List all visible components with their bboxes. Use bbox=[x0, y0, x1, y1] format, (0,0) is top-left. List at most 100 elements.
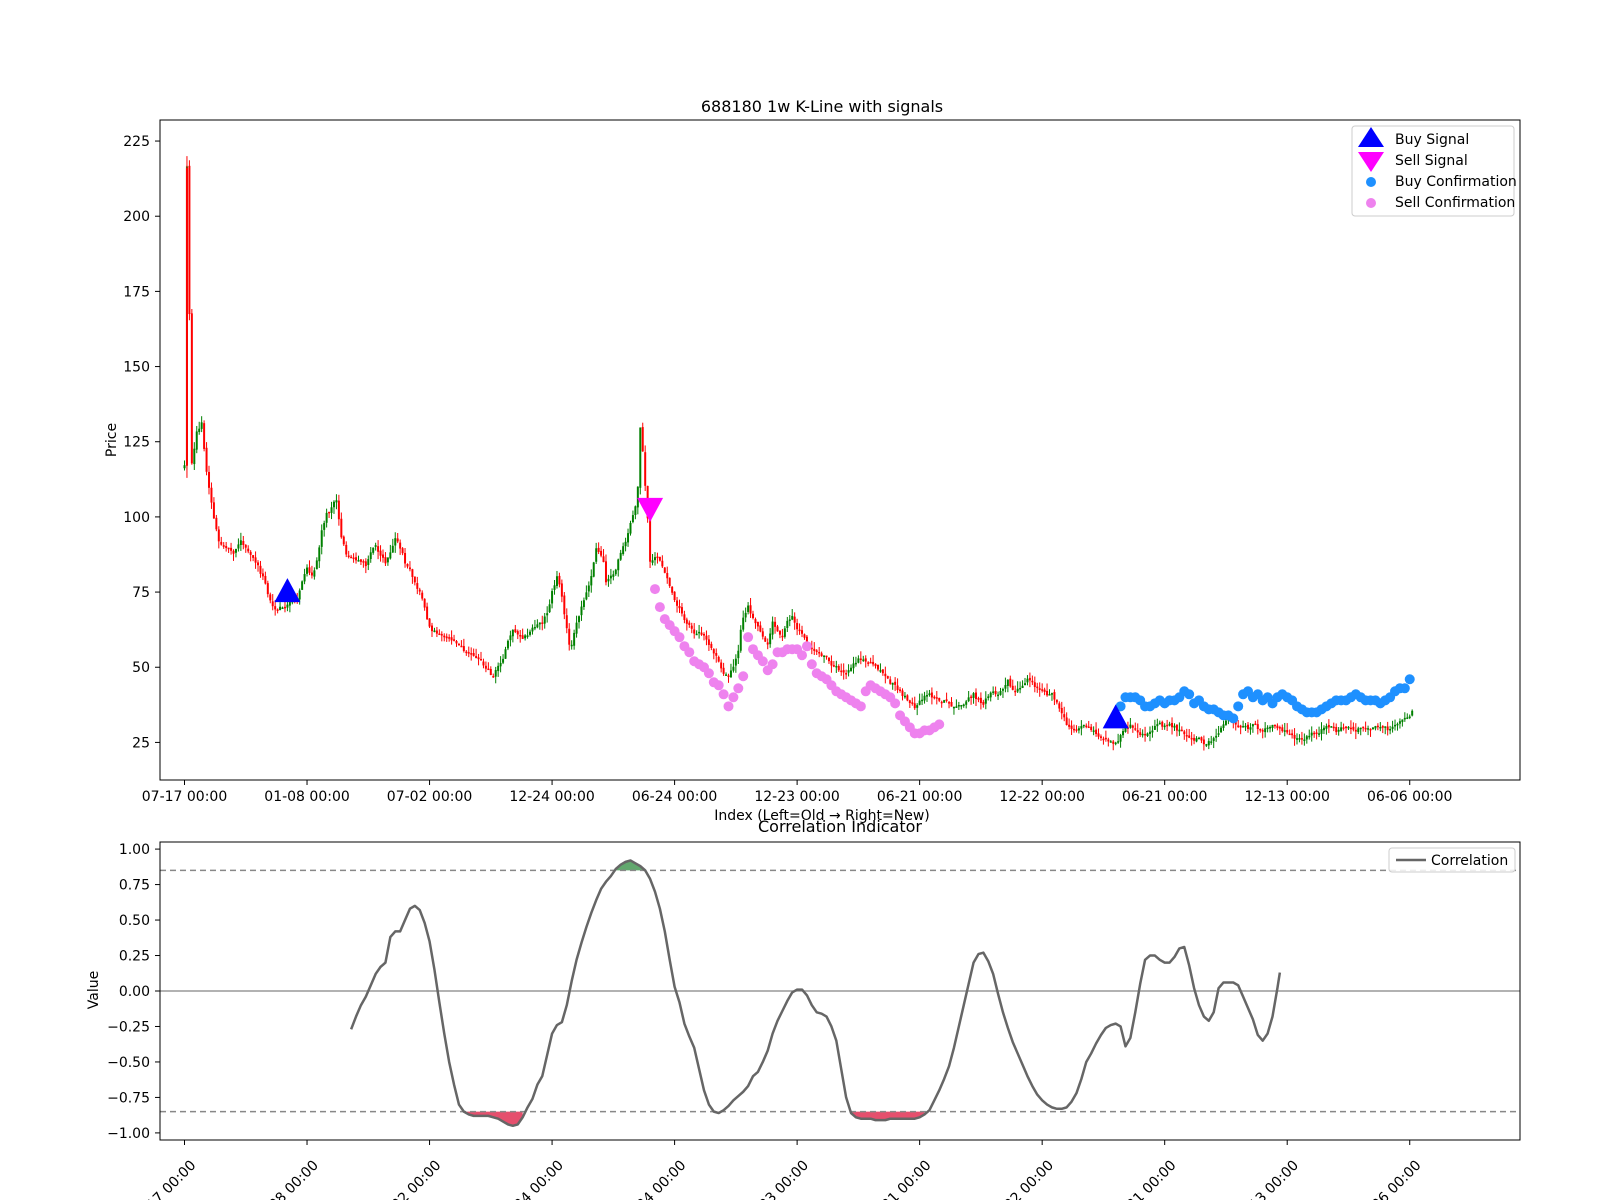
candle-body bbox=[791, 615, 794, 620]
candle-body bbox=[183, 465, 186, 469]
candle-body bbox=[592, 562, 595, 577]
candle-body bbox=[467, 652, 470, 654]
candle-body bbox=[347, 555, 350, 558]
candle-body bbox=[590, 576, 593, 586]
sell-confirmation-point bbox=[723, 701, 734, 712]
candle-body bbox=[1178, 729, 1181, 732]
candle-body bbox=[1180, 729, 1183, 732]
candle-body bbox=[889, 679, 892, 684]
candle-body bbox=[634, 506, 637, 515]
candle-body bbox=[1207, 741, 1210, 746]
candle-body bbox=[1313, 732, 1316, 735]
candle-body bbox=[852, 663, 855, 669]
candle-body bbox=[862, 659, 865, 661]
candle-body bbox=[543, 616, 546, 624]
kline-x-tick-label: 01-08 00:00 bbox=[264, 789, 349, 805]
candle-body bbox=[1406, 717, 1409, 719]
candle-body bbox=[435, 630, 438, 634]
candle-body bbox=[1247, 724, 1249, 730]
candle-body bbox=[1099, 736, 1102, 738]
candle-body bbox=[975, 692, 977, 700]
candle-body bbox=[864, 658, 867, 662]
candle-body bbox=[994, 690, 997, 695]
candle-body bbox=[369, 552, 372, 560]
candle-body bbox=[1156, 724, 1159, 727]
candle-body bbox=[350, 556, 353, 559]
candle-body bbox=[234, 548, 237, 553]
candle-body bbox=[1398, 721, 1401, 724]
candle-body bbox=[847, 670, 850, 673]
candle-body bbox=[1153, 725, 1156, 730]
candle-body bbox=[546, 613, 549, 616]
candle-body bbox=[715, 653, 718, 656]
candle-body bbox=[850, 667, 853, 671]
candle-body bbox=[903, 695, 906, 698]
candle-body bbox=[1220, 727, 1223, 733]
sell-confirmation-point bbox=[855, 701, 866, 712]
candle-body bbox=[859, 658, 862, 661]
candle-body bbox=[1173, 725, 1176, 728]
candle-body bbox=[744, 612, 747, 618]
candle-body bbox=[1396, 723, 1399, 726]
candle-body bbox=[918, 700, 921, 705]
candle-body bbox=[597, 547, 600, 552]
correlation-x-tick-label: 07-17 00:00 bbox=[128, 1158, 200, 1200]
candle-body bbox=[1193, 737, 1196, 741]
candle-body bbox=[394, 538, 397, 546]
candle-body bbox=[1095, 729, 1098, 735]
sell-signal-marker bbox=[637, 497, 664, 522]
correlation-x-tick-label: 12-24 00:00 bbox=[495, 1158, 567, 1200]
candle-body bbox=[857, 658, 860, 663]
candle-body bbox=[725, 674, 728, 676]
candle-body bbox=[1291, 733, 1294, 736]
candle-body bbox=[901, 690, 904, 696]
correlation-x-tick-label: 12-22 00:00 bbox=[985, 1158, 1057, 1200]
candle-body bbox=[1139, 732, 1142, 736]
candle-body bbox=[521, 635, 524, 639]
candle-body bbox=[803, 634, 806, 638]
candle-body bbox=[472, 653, 475, 656]
candle-body bbox=[283, 606, 286, 609]
candle-body bbox=[1347, 726, 1350, 729]
candle-body bbox=[328, 511, 331, 514]
candle-body bbox=[511, 629, 514, 637]
kline-x-tick-label: 06-21 00:00 bbox=[1122, 789, 1207, 805]
candle-body bbox=[1131, 725, 1134, 728]
kline-y-tick-label: 175 bbox=[123, 284, 150, 300]
candle-body bbox=[737, 650, 740, 659]
candle-body bbox=[1374, 726, 1377, 729]
candle-body bbox=[661, 560, 664, 567]
candle-body bbox=[1077, 728, 1080, 731]
candle-body bbox=[1251, 724, 1254, 727]
candle-body bbox=[1217, 733, 1220, 735]
candle-body bbox=[840, 670, 843, 673]
candle-body bbox=[524, 635, 527, 639]
candle-body bbox=[1065, 717, 1068, 725]
candle-body bbox=[310, 572, 313, 576]
candle-body bbox=[1335, 727, 1338, 733]
candle-body bbox=[867, 662, 870, 664]
candle-body bbox=[232, 550, 235, 554]
candle-body bbox=[837, 666, 840, 671]
candle-body bbox=[281, 607, 284, 610]
kline-y-tick-label: 200 bbox=[123, 209, 150, 225]
candle-body bbox=[1332, 726, 1335, 729]
sell-confirmation-point bbox=[743, 632, 754, 643]
candle-body bbox=[1266, 727, 1269, 730]
candle-body bbox=[876, 665, 879, 670]
candle-body bbox=[1371, 727, 1374, 730]
buy-confirmation-point bbox=[1184, 689, 1195, 700]
kline-legend-label: Sell Confirmation bbox=[1395, 195, 1515, 211]
candle-body bbox=[624, 541, 627, 547]
candle-body bbox=[680, 607, 683, 614]
candle-body bbox=[551, 591, 554, 604]
candle-body bbox=[1024, 683, 1027, 686]
candle-body bbox=[519, 634, 522, 637]
candle-body bbox=[225, 546, 228, 548]
candle-body bbox=[1352, 726, 1355, 730]
candle-body bbox=[1215, 735, 1218, 738]
candle-body bbox=[825, 655, 828, 658]
candle-body bbox=[1369, 728, 1372, 731]
candle-body bbox=[1117, 741, 1120, 743]
candle-body bbox=[377, 546, 380, 552]
